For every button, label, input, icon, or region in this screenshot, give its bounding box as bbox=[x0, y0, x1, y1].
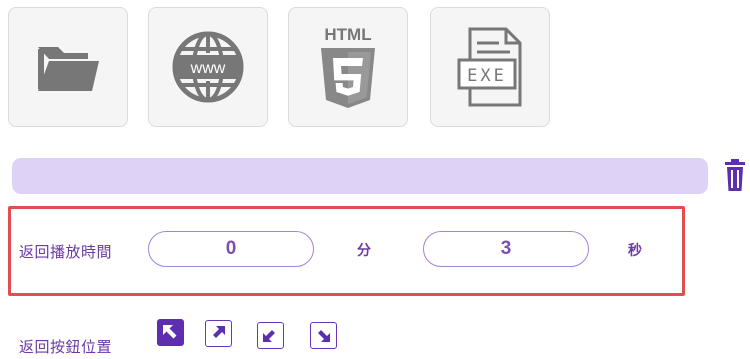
seconds-input[interactable]: 3 bbox=[423, 231, 589, 267]
exe-label: EXE bbox=[467, 66, 507, 86]
exe-tile[interactable]: EXE bbox=[430, 7, 550, 127]
minutes-input[interactable]: 0 bbox=[148, 231, 314, 267]
position-bottom-left-button[interactable] bbox=[257, 322, 284, 349]
folder-icon bbox=[38, 47, 99, 91]
html-tile[interactable]: HTML bbox=[288, 7, 408, 127]
position-bottom-right-button[interactable] bbox=[310, 322, 337, 349]
position-top-right-button[interactable] bbox=[205, 320, 232, 347]
position-top-left-button[interactable] bbox=[157, 319, 184, 346]
folder-tile[interactable] bbox=[8, 7, 128, 127]
website-tile[interactable]: www bbox=[148, 7, 268, 127]
www-globe-icon: www bbox=[172, 31, 244, 103]
www-label: www bbox=[190, 60, 226, 77]
html-label: HTML bbox=[324, 25, 371, 44]
html5-icon: HTML bbox=[321, 25, 375, 108]
exe-file-icon: EXE bbox=[457, 27, 522, 107]
path-input[interactable] bbox=[12, 158, 708, 194]
arrow-down-left-icon bbox=[263, 330, 275, 342]
seconds-unit: 秒 bbox=[628, 243, 642, 259]
button-position-label: 返回按鈕位置 bbox=[19, 338, 113, 356]
arrow-up-right-icon bbox=[213, 326, 225, 338]
minutes-unit: 分 bbox=[357, 243, 371, 259]
return-time-label: 返回播放時間 bbox=[19, 243, 113, 261]
arrow-up-left-icon bbox=[163, 325, 177, 339]
arrow-down-right-icon bbox=[318, 330, 330, 342]
trash-icon[interactable] bbox=[724, 158, 746, 192]
